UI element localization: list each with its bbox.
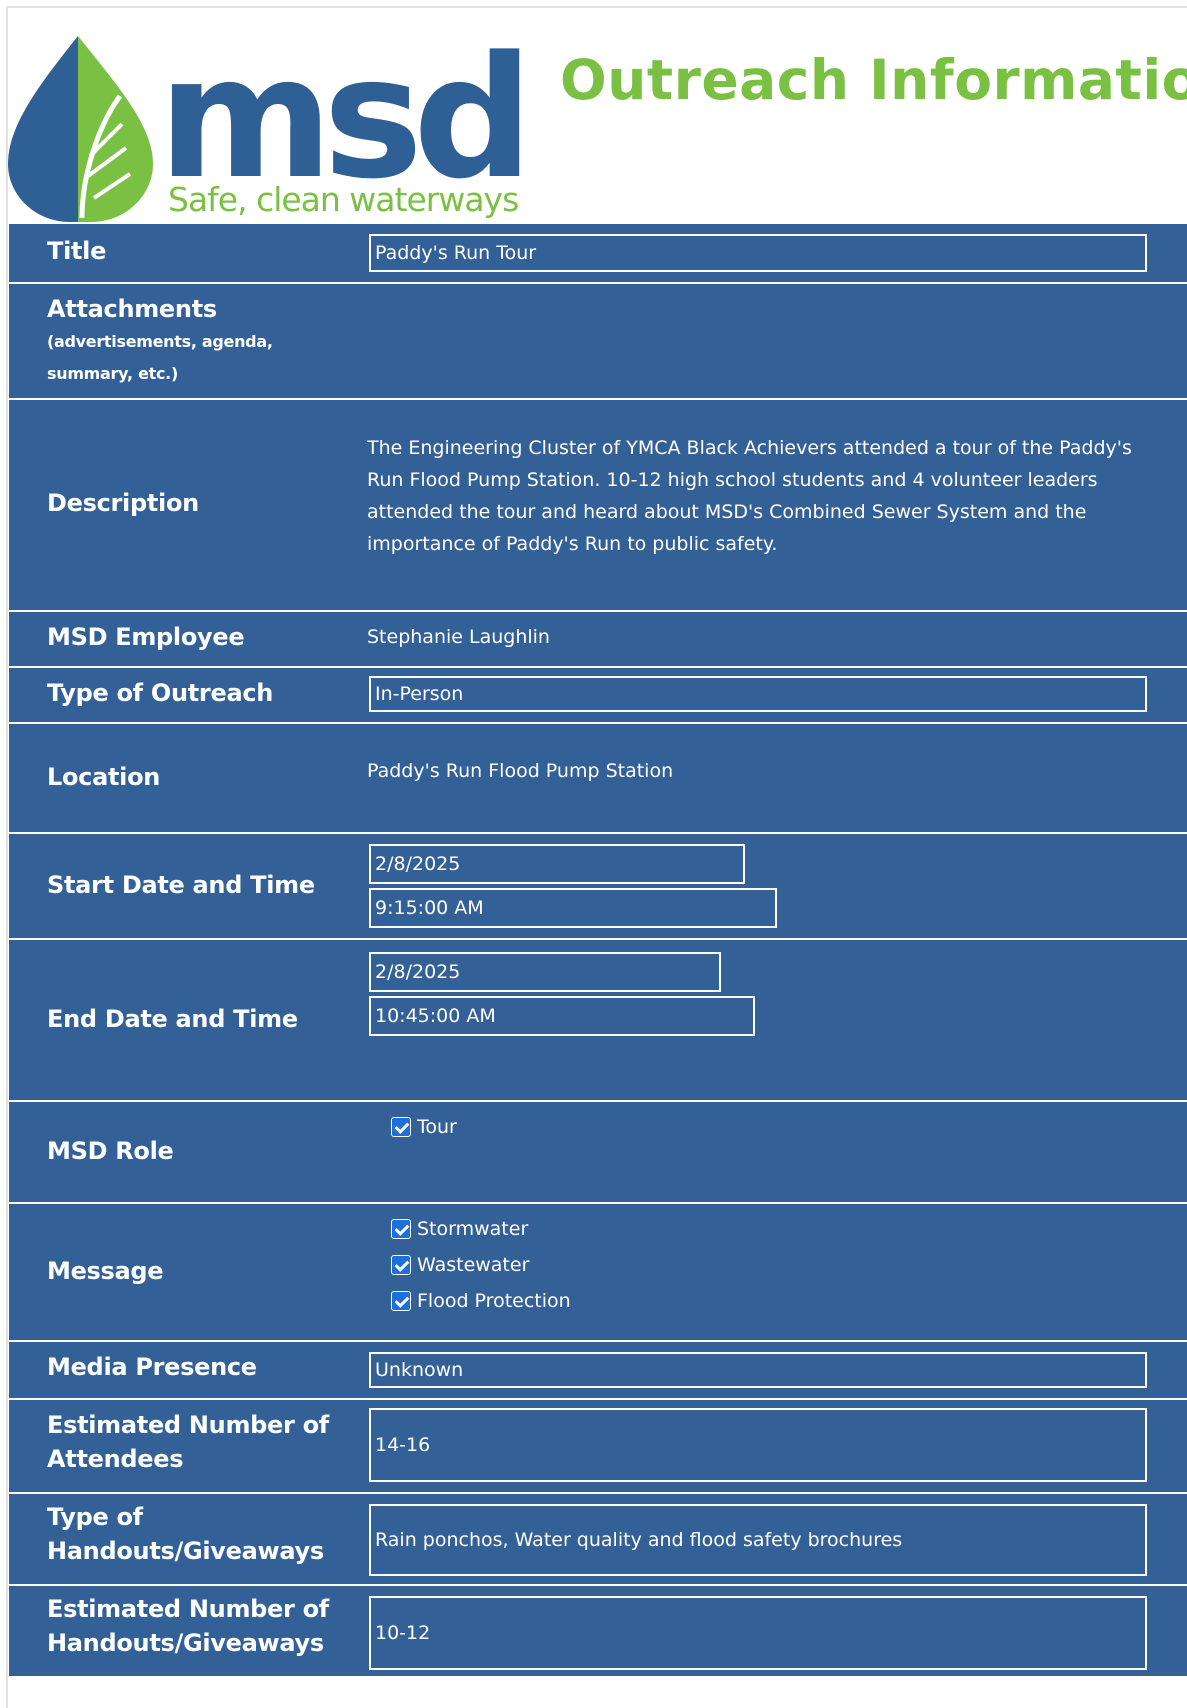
page-header: msd Safe, clean waterways Outreach Infor… — [0, 0, 1187, 222]
logo-tagline: Safe, clean waterways — [168, 180, 519, 219]
title-field[interactable]: Paddy's Run Tour — [369, 234, 1147, 272]
handout-count-field[interactable]: 10-12 — [369, 1596, 1147, 1670]
row-message: Message Stormwater Wastewater Flood Prot… — [9, 1202, 1187, 1340]
location-value: Paddy's Run Flood Pump Station — [367, 760, 674, 782]
row-handout-count: Estimated Number of Handouts/Giveaways 1… — [9, 1584, 1187, 1676]
role-option-label: Tour — [417, 1116, 457, 1138]
row-role: MSD Role Tour — [9, 1100, 1187, 1202]
message-option-label: Flood Protection — [417, 1290, 571, 1312]
row-outreach-type: Type of Outreach In-Person — [9, 666, 1187, 722]
employee-label: MSD Employee — [47, 623, 245, 651]
outreach-type-label: Type of Outreach — [47, 679, 274, 707]
row-attendees: Estimated Number of Attendees 14-16 — [9, 1398, 1187, 1492]
message-option-label: Stormwater — [417, 1218, 529, 1240]
start-label: Start Date and Time — [47, 871, 315, 899]
media-label: Media Presence — [47, 1353, 257, 1381]
row-employee: MSD Employee Stephanie Laughlin — [9, 610, 1187, 666]
message-label: Message — [47, 1257, 164, 1285]
description-text: The Engineering Cluster of YMCA Black Ac… — [367, 437, 1132, 555]
row-attachments: Attachments (advertisements, agenda, sum… — [9, 282, 1187, 398]
outreach-form: Title Paddy's Run Tour Attachments (adve… — [9, 224, 1187, 1676]
end-label: End Date and Time — [47, 1005, 298, 1033]
message-option-label: Wastewater — [417, 1254, 530, 1276]
row-location: Location Paddy's Run Flood Pump Station — [9, 722, 1187, 832]
outreach-type-field[interactable]: In-Person — [369, 676, 1147, 712]
row-start: Start Date and Time 2/8/2025 9:15:00 AM — [9, 832, 1187, 938]
checkbox-checked-icon[interactable] — [391, 1117, 411, 1137]
attendees-label: Estimated Number of Attendees — [47, 1411, 329, 1473]
start-time-field[interactable]: 9:15:00 AM — [369, 888, 777, 928]
attachments-label-text: Attachments — [47, 295, 217, 323]
end-date-field[interactable]: 2/8/2025 — [369, 952, 721, 992]
start-date-field[interactable]: 2/8/2025 — [369, 844, 745, 884]
role-label: MSD Role — [47, 1137, 174, 1165]
description-label: Description — [47, 489, 199, 517]
checkbox-checked-icon[interactable] — [391, 1291, 411, 1311]
message-option-wastewater[interactable]: Wastewater — [391, 1254, 529, 1276]
end-time-field[interactable]: 10:45:00 AM — [369, 996, 755, 1036]
role-option-tour[interactable]: Tour — [391, 1116, 457, 1138]
row-title: Title Paddy's Run Tour — [9, 224, 1187, 282]
media-field[interactable]: Unknown — [369, 1352, 1147, 1388]
row-media: Media Presence Unknown — [9, 1340, 1187, 1398]
handout-type-field[interactable]: Rain ponchos, Water quality and flood sa… — [369, 1504, 1147, 1576]
page-title: Outreach Information — [560, 48, 1187, 112]
handout-count-label: Estimated Number of Handouts/Giveaways — [47, 1595, 329, 1657]
location-label: Location — [47, 763, 161, 791]
title-label: Title — [47, 237, 107, 265]
message-option-stormwater[interactable]: Stormwater — [391, 1218, 528, 1240]
row-end: End Date and Time 2/8/2025 10:45:00 AM — [9, 938, 1187, 1100]
handout-type-label: Type of Handouts/Giveaways — [47, 1503, 324, 1565]
attachments-sublabel: (advertisements, agenda, summary, etc.) — [47, 332, 273, 383]
message-option-flood-protection[interactable]: Flood Protection — [391, 1290, 571, 1312]
row-handout-type: Type of Handouts/Giveaways Rain ponchos,… — [9, 1492, 1187, 1584]
row-description: Description The Engineering Cluster of Y… — [9, 398, 1187, 610]
attachments-label: Attachments (advertisements, agenda, sum… — [47, 292, 307, 390]
employee-value: Stephanie Laughlin — [367, 626, 550, 648]
checkbox-checked-icon[interactable] — [391, 1255, 411, 1275]
attendees-field[interactable]: 14-16 — [369, 1408, 1147, 1482]
checkbox-checked-icon[interactable] — [391, 1219, 411, 1239]
